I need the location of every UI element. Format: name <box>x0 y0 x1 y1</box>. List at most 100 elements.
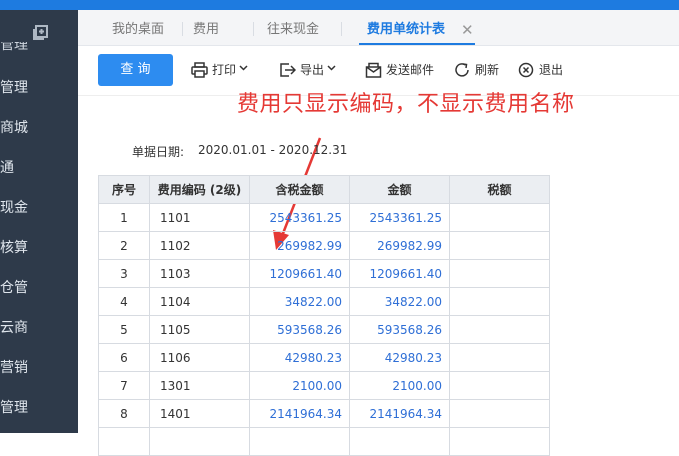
export-button[interactable]: 导出 <box>279 60 341 80</box>
export-label: 导出 <box>300 63 325 77</box>
sidebar-top-bar <box>0 0 78 10</box>
tab-expense[interactable]: 费用 <box>193 10 219 46</box>
cell-seq: 7 <box>98 371 150 400</box>
tab-divider <box>182 22 183 36</box>
cell-tax-incl[interactable]: 2100.00 <box>249 371 350 400</box>
date-label: 单据日期: <box>132 145 185 159</box>
tab-expense-report-label: 费用单统计表 <box>367 22 446 37</box>
cell-tax <box>449 203 550 232</box>
cell-tax <box>449 427 550 456</box>
chevron-down-icon <box>239 65 248 71</box>
sidebar-item-warehouse[interactable]: 仓管 <box>0 268 78 308</box>
tab-bar: 我的桌面 费用 往来现金 费用单统计表 ✕ <box>78 10 679 46</box>
table-row[interactable]: 6 1106 42980.23 42980.23 <box>98 343 550 372</box>
cell-code: 1101 <box>149 203 250 232</box>
tab-my-desktop[interactable]: 我的桌面 <box>112 10 164 46</box>
tab-divider <box>341 22 342 36</box>
annotation-text: 费用只显示编码，不显示费用名称 <box>237 92 575 117</box>
cell-tax <box>449 315 550 344</box>
close-icon[interactable]: ✕ <box>461 10 474 46</box>
cell-amount[interactable]: 2141964.34 <box>349 399 450 428</box>
active-tab-indicator <box>359 43 476 45</box>
cell-code: 1103 <box>149 259 250 288</box>
exit-label: 退出 <box>539 63 564 77</box>
table-row[interactable]: 1 1101 2543361.25 2543361.25 <box>98 203 550 232</box>
main-area: 我的桌面 费用 往来现金 费用单统计表 ✕ 查 询 打印 导出 发送邮件 刷新 … <box>78 0 679 456</box>
cell-tax-incl[interactable]: 42980.23 <box>249 343 350 372</box>
cell-seq: 3 <box>98 259 150 288</box>
cell-seq: 2 <box>98 231 150 260</box>
column-header-tax[interactable]: 税额 <box>449 175 550 204</box>
sidebar-item-accounting[interactable]: 核算 <box>0 228 78 268</box>
date-value: 2020.01.01 - 2020.12.31 <box>198 143 348 157</box>
cell-tax-incl[interactable]: 34822.00 <box>249 287 350 316</box>
tab-receivable-cash[interactable]: 往来现金 <box>267 10 319 46</box>
add-window-icon[interactable] <box>31 24 49 42</box>
exit-button[interactable]: 退出 <box>518 60 566 80</box>
cell-amount[interactable] <box>349 427 450 456</box>
sidebar-item-marketing[interactable]: 营销 <box>0 348 78 388</box>
cell-code <box>149 427 250 456</box>
cell-tax-incl[interactable]: 269982.99 <box>249 231 350 260</box>
cell-tax <box>449 231 550 260</box>
cell-code: 1104 <box>149 287 250 316</box>
cell-amount[interactable]: 34822.00 <box>349 287 450 316</box>
printer-icon <box>191 62 208 78</box>
cell-tax-incl[interactable]: 2543361.25 <box>249 203 350 232</box>
table-row[interactable]: 2 1102 269982.99 269982.99 <box>98 231 550 260</box>
cell-tax <box>449 259 550 288</box>
expense-report-table: 序号 费用编码 (2级) 含税金额 金额 税额 1 1101 2543361.2… <box>98 175 550 456</box>
print-label: 打印 <box>212 63 237 77</box>
cell-code: 1301 <box>149 371 250 400</box>
tab-expense-report[interactable]: 费用单统计表 <box>359 10 476 46</box>
cell-tax <box>449 287 550 316</box>
cell-amount[interactable]: 1209661.40 <box>349 259 450 288</box>
cell-code: 1106 <box>149 343 250 372</box>
table-row[interactable]: 3 1103 1209661.40 1209661.40 <box>98 259 550 288</box>
cell-tax-incl[interactable]: 2141964.34 <box>249 399 350 428</box>
exit-icon <box>518 62 534 78</box>
sidebar-item-tong[interactable]: 通 <box>0 148 78 188</box>
print-button[interactable]: 打印 <box>191 60 253 80</box>
cell-seq: 6 <box>98 343 150 372</box>
sidebar-item-cash[interactable]: 现金 <box>0 188 78 228</box>
table-row[interactable]: 7 1301 2100.00 2100.00 <box>98 371 550 400</box>
query-button[interactable]: 查 询 <box>98 54 173 86</box>
sidebar-item-mall[interactable]: 商城 <box>0 108 78 148</box>
cell-amount[interactable]: 593568.26 <box>349 315 450 344</box>
cell-amount[interactable]: 42980.23 <box>349 343 450 372</box>
cell-code: 1401 <box>149 399 250 428</box>
cell-amount[interactable]: 2100.00 <box>349 371 450 400</box>
cell-tax <box>449 343 550 372</box>
column-header-seq[interactable]: 序号 <box>98 175 150 204</box>
cell-amount[interactable]: 2543361.25 <box>349 203 450 232</box>
cell-code: 1102 <box>149 231 250 260</box>
table-row[interactable]: 8 1401 2141964.34 2141964.34 <box>98 399 550 428</box>
column-header-amount[interactable]: 金额 <box>349 175 450 204</box>
cell-amount[interactable]: 269982.99 <box>349 231 450 260</box>
refresh-label: 刷新 <box>475 63 500 77</box>
sidebar-item-cloud-shop[interactable]: 云商 <box>0 308 78 348</box>
column-header-code[interactable]: 费用编码 (2级) <box>149 175 250 204</box>
sidebar-item-admin[interactable]: 管理 <box>0 388 78 428</box>
table-row[interactable]: 4 1104 34822.00 34822.00 <box>98 287 550 316</box>
send-email-button[interactable]: 发送邮件 <box>365 60 445 80</box>
cell-tax-incl[interactable]: 593568.26 <box>249 315 350 344</box>
cell-tax-incl[interactable]: 1209661.40 <box>249 259 350 288</box>
refresh-button[interactable]: 刷新 <box>454 60 502 80</box>
cell-tax <box>449 399 550 428</box>
refresh-icon <box>455 63 469 77</box>
sidebar-item-partial[interactable]: 管理 <box>0 42 30 56</box>
cell-seq: 4 <box>98 287 150 316</box>
cell-tax-incl[interactable] <box>249 427 350 456</box>
column-header-tax-incl[interactable]: 含税金额 <box>249 175 350 204</box>
cell-seq: 8 <box>98 399 150 428</box>
cell-seq: 5 <box>98 315 150 344</box>
table-row[interactable]: 5 1105 593568.26 593568.26 <box>98 315 550 344</box>
chevron-down-icon <box>327 65 336 71</box>
sidebar-item-management[interactable]: 管理 <box>0 68 78 108</box>
table-row[interactable] <box>98 427 550 456</box>
top-bar <box>78 0 679 10</box>
table-header-row: 序号 费用编码 (2级) 含税金额 金额 税额 <box>98 175 550 204</box>
cell-seq <box>98 427 150 456</box>
